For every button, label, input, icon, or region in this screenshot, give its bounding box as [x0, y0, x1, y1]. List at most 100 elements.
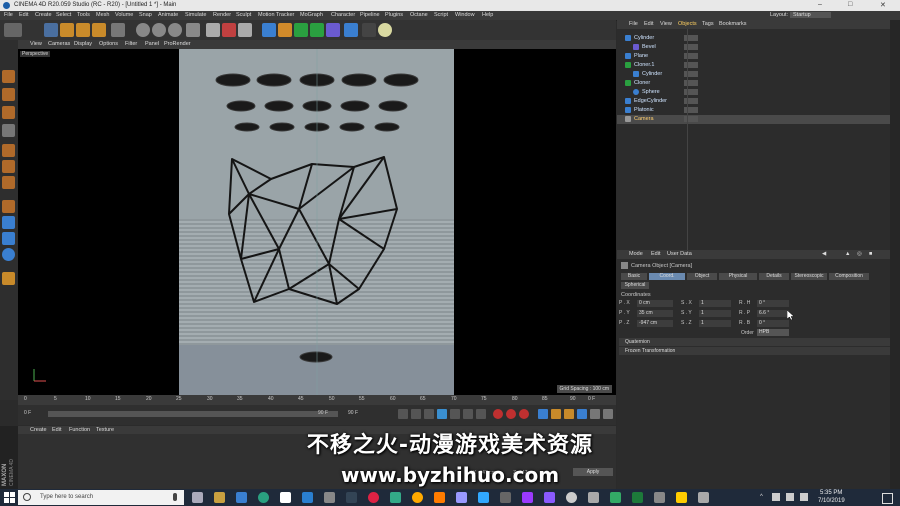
- app-icon-5[interactable]: [390, 492, 401, 503]
- clock-time[interactable]: 5:35 PM: [820, 490, 842, 496]
- microphone-icon[interactable]: [173, 493, 177, 501]
- tweak-mode-icon[interactable]: [2, 216, 15, 229]
- object-row-cloner[interactable]: Cloner: [617, 79, 900, 88]
- back-arrow-icon[interactable]: ◀: [822, 251, 826, 257]
- tab-stereoscopic[interactable]: Stereoscopic: [791, 273, 827, 280]
- rot-b-field[interactable]: 0 °: [757, 320, 789, 327]
- app-icon-2[interactable]: [280, 492, 291, 503]
- workplane-icon[interactable]: [2, 124, 15, 137]
- lock-icon[interactable]: ■: [869, 251, 872, 257]
- start-frame-field[interactable]: 0 F: [24, 410, 31, 416]
- menu-window[interactable]: Window: [455, 12, 475, 18]
- pen-spline-icon[interactable]: [278, 23, 292, 37]
- points-mode-icon[interactable]: [2, 144, 15, 157]
- app-icon-9[interactable]: [610, 492, 621, 503]
- vp-menu-options[interactable]: Options: [99, 41, 118, 47]
- daz-studio-icon[interactable]: [346, 492, 357, 503]
- minimize-button[interactable]: –: [818, 1, 822, 8]
- tray-chevron-icon[interactable]: ^: [760, 494, 763, 500]
- menu-tools[interactable]: Tools: [77, 12, 90, 18]
- cube-object-icon[interactable]: [262, 23, 276, 37]
- taskbar-search-box[interactable]: Type here to search: [18, 490, 184, 505]
- timeline-ruler[interactable]: 0 5 10 15 20 25 30 35 40 45 50 55 60 65 …: [18, 395, 616, 405]
- scale-key-icon[interactable]: [551, 409, 561, 419]
- deformer-icon[interactable]: [326, 23, 340, 37]
- selection-tool-icon[interactable]: [44, 23, 58, 37]
- subdivision-surface-icon[interactable]: [294, 23, 308, 37]
- menu-pipeline[interactable]: Pipeline: [360, 12, 380, 18]
- app-icon-1[interactable]: [258, 492, 269, 503]
- close-button[interactable]: ✕: [880, 1, 886, 9]
- vp-menu-cameras[interactable]: Cameras: [48, 41, 70, 47]
- pos-y-field[interactable]: 35 cm: [637, 310, 673, 317]
- autokey-icon[interactable]: [506, 409, 516, 419]
- end-frame-field-a[interactable]: 90 F: [318, 410, 328, 416]
- mat-menu-texture[interactable]: Texture: [96, 427, 114, 433]
- windows-start-icon[interactable]: [4, 492, 15, 503]
- scale-z-field[interactable]: 1: [699, 320, 731, 327]
- polygons-mode-icon[interactable]: [2, 176, 15, 189]
- object-row-cloner-1[interactable]: Cloner.1: [617, 61, 900, 70]
- layout-dropdown[interactable]: Startup: [790, 12, 831, 18]
- rot-p-field[interactable]: 6.6 °: [757, 310, 789, 317]
- tab-details[interactable]: Details: [759, 273, 789, 280]
- render-view-icon[interactable]: [206, 23, 220, 37]
- menu-octane[interactable]: Octane: [410, 12, 428, 18]
- mat-menu-edit[interactable]: Edit: [52, 427, 61, 433]
- chrome-icon[interactable]: [368, 492, 379, 503]
- menu-character[interactable]: Character: [331, 12, 355, 18]
- coordinate-system-icon[interactable]: [186, 23, 200, 37]
- tab-basic[interactable]: Basic: [621, 273, 647, 280]
- app-icon-4[interactable]: [324, 492, 335, 503]
- preview-range-slider[interactable]: [48, 411, 338, 417]
- object-row-bevel[interactable]: Bevel: [617, 43, 900, 52]
- after-effects-icon[interactable]: [456, 492, 467, 503]
- vp-menu-view[interactable]: View: [30, 41, 42, 47]
- tab-physical[interactable]: Physical: [719, 273, 757, 280]
- tab-coord[interactable]: Coord.: [649, 273, 685, 280]
- excel-icon[interactable]: [632, 492, 643, 503]
- attr-menu-userdata[interactable]: User Data: [667, 251, 692, 257]
- end-frame-field-b[interactable]: 90 F: [348, 410, 358, 416]
- attr-menu-mode[interactable]: Mode: [629, 251, 643, 257]
- floor-icon[interactable]: [344, 23, 358, 37]
- param-key-icon[interactable]: [577, 409, 587, 419]
- pos-z-field[interactable]: -947 cm: [637, 320, 673, 327]
- y-axis-lock-icon[interactable]: [152, 23, 166, 37]
- app-icon-6[interactable]: [412, 492, 423, 503]
- search-icon[interactable]: ◎: [857, 251, 862, 257]
- enable-snap-icon[interactable]: [2, 248, 15, 261]
- vp-menu-filter[interactable]: Filter: [125, 41, 137, 47]
- mat-menu-function[interactable]: Function: [69, 427, 90, 433]
- menu-motion-tracker[interactable]: Motion Tracker: [258, 12, 294, 18]
- task-view-icon[interactable]: [192, 492, 203, 503]
- menu-script[interactable]: Script: [434, 12, 448, 18]
- keyframe-selection-icon[interactable]: [519, 409, 529, 419]
- obj-menu-objects[interactable]: Objects: [678, 21, 697, 27]
- app-icon-8[interactable]: [588, 492, 599, 503]
- object-row-cylinder[interactable]: Cylinder: [617, 34, 900, 43]
- make-editable-icon[interactable]: [2, 70, 15, 83]
- menu-animate[interactable]: Animate: [158, 12, 178, 18]
- obj-menu-view[interactable]: View: [660, 21, 672, 27]
- cinema4d-taskbar-icon[interactable]: [566, 492, 577, 503]
- object-row-camera[interactable]: Camera: [617, 115, 900, 124]
- edges-mode-icon[interactable]: [2, 160, 15, 173]
- menu-snap[interactable]: Snap: [139, 12, 152, 18]
- store-icon[interactable]: [236, 492, 247, 503]
- menu-volume[interactable]: Volume: [115, 12, 133, 18]
- object-row-sphere[interactable]: Sphere: [617, 88, 900, 97]
- obj-menu-tags[interactable]: Tags: [702, 21, 714, 27]
- go-to-end-icon[interactable]: [476, 409, 486, 419]
- order-dropdown[interactable]: HPB: [757, 329, 789, 336]
- app-icon-11[interactable]: [698, 492, 709, 503]
- menu-sculpt[interactable]: Sculpt: [236, 12, 251, 18]
- scale-tool-icon[interactable]: [76, 23, 90, 37]
- tab-composition[interactable]: Composition: [829, 273, 869, 280]
- mat-menu-create[interactable]: Create: [30, 427, 47, 433]
- rotate-key-icon[interactable]: [564, 409, 574, 419]
- x-axis-lock-icon[interactable]: [136, 23, 150, 37]
- recent-tools-icon[interactable]: [111, 23, 125, 37]
- undo-icon[interactable]: [4, 23, 22, 37]
- record-icon[interactable]: [493, 409, 503, 419]
